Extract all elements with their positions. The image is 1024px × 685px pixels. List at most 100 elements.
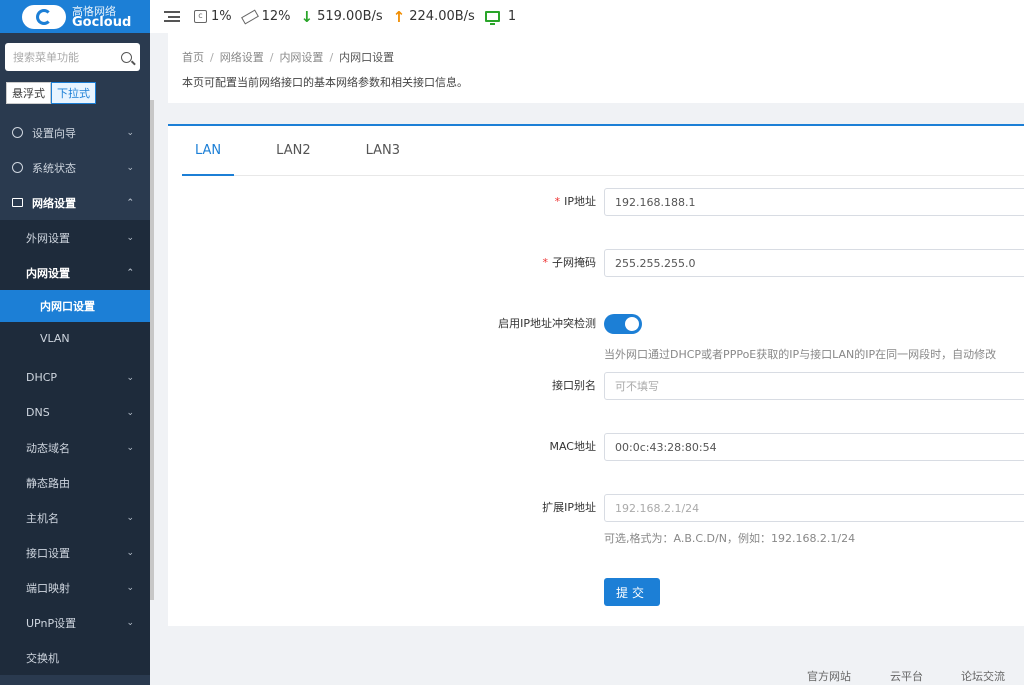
download-rate: ↓ 519.00B/s: [301, 8, 383, 26]
logo-text-cn: 高恪网络: [72, 4, 116, 18]
subnet-mask-input[interactable]: [604, 249, 1024, 277]
interface-alias-input[interactable]: [604, 372, 1024, 400]
sidebar-item-label: 动态域名: [26, 441, 70, 455]
chevron-down-icon: ⌄: [126, 127, 134, 138]
sidebar-item-label: 外网设置: [26, 231, 70, 245]
cpu-icon: c: [194, 10, 207, 23]
menu-search-input[interactable]: [13, 50, 113, 64]
online-devices: 1: [484, 9, 517, 25]
sidebar-item-label: 主机名: [26, 511, 59, 525]
tab-lan2[interactable]: LAN2: [263, 126, 323, 176]
sidebar-item-label: DHCP: [26, 371, 58, 384]
menu-collapse-icon[interactable]: [164, 11, 180, 22]
tab-lan[interactable]: LAN: [182, 126, 235, 176]
sidebar-item-label: VLAN: [40, 331, 70, 345]
conflict-row: 启用IP地址冲突检测: [168, 310, 1024, 338]
chevron-down-icon: ⌄: [126, 582, 134, 593]
menu-search-box: [5, 43, 140, 71]
sidebar-item-label: 静态路由: [26, 476, 70, 490]
mac-address-input[interactable]: [604, 433, 1024, 461]
ext-ip-label: 扩展IP地址: [542, 501, 596, 514]
sidebar-menu: 设置向导 ⌄ 系统状态 ⌄ 网络设置 ⌃ 外网设置 ⌄ 内网设置 ⌃ 内网口设置: [0, 115, 150, 675]
footer-link-forum[interactable]: 论坛交流: [961, 668, 1005, 684]
cpu-value: 1%: [211, 9, 232, 24]
sidebar-item-dhcp[interactable]: DHCP ⌄: [0, 360, 150, 395]
footer-link-cloud-platform[interactable]: 云平台: [890, 668, 923, 684]
sidebar-item-label: UPnP设置: [26, 616, 77, 630]
arrow-up-icon: ↑: [392, 7, 406, 26]
memory-value: 12%: [261, 9, 291, 24]
tab-lan3[interactable]: LAN3: [353, 126, 413, 176]
lan-config-card: LAN LAN2 LAN3 *IP地址 *子网掩码 启用IP地址冲突检测 当外网…: [168, 124, 1024, 626]
sidebar-item-ddns[interactable]: 动态域名 ⌄: [0, 430, 150, 465]
breadcrumb-network-settings[interactable]: 网络设置: [220, 51, 264, 64]
ext-ip-hint: 可选,格式为：A.B.C.D/N，例如：192.168.2.1/24: [604, 532, 856, 545]
compass-icon: [12, 127, 23, 138]
sidebar-item-port-mapping[interactable]: 端口映射 ⌄: [0, 570, 150, 605]
ip-address-input[interactable]: [604, 188, 1024, 216]
memory-usage: 12%: [240, 9, 291, 24]
chevron-down-icon: ⌄: [126, 617, 134, 628]
chevron-down-icon: ⌄: [126, 512, 134, 523]
logo[interactable]: 高恪网络 Gocloud: [0, 0, 150, 33]
mac-row: MAC地址: [168, 433, 1024, 461]
sidebar-item-lan-settings[interactable]: 内网设置 ⌃: [0, 255, 150, 290]
breadcrumb-home[interactable]: 首页: [182, 51, 204, 64]
sidebar-item-static-route[interactable]: 静态路由: [0, 465, 150, 500]
download-value: 519.00B/s: [317, 9, 383, 24]
breadcrumb-lan-settings[interactable]: 内网设置: [279, 51, 323, 64]
lan-tabs: LAN LAN2 LAN3: [182, 126, 1024, 176]
arrow-down-icon: ↓: [300, 7, 314, 26]
sidebar-item-network-settings[interactable]: 网络设置 ⌃: [0, 185, 150, 220]
page-description: 本页可配置当前网络接口的基本网络参数和相关接口信息。: [182, 76, 468, 89]
sidebar-scrollbar[interactable]: [150, 100, 154, 600]
sidebar-item-label: 网络设置: [32, 196, 76, 210]
network-settings-submenu: 外网设置 ⌄ 内网设置 ⌃ 内网口设置 VLAN DHCP ⌄ DNS ⌄ 动态…: [0, 220, 150, 675]
ip-label: * IP地址: [554, 195, 596, 208]
sidebar-item-label: 接口设置: [26, 546, 70, 560]
sidebar-item-interface-settings[interactable]: 接口设置 ⌄: [0, 535, 150, 570]
chevron-down-icon: ⌄: [126, 232, 134, 243]
alias-label: 接口别名: [552, 379, 596, 392]
logo-icon: [22, 4, 66, 29]
monitor-icon: [484, 11, 500, 25]
sidebar-item-lan-port-settings[interactable]: 内网口设置: [0, 290, 150, 322]
logo-text-en: Gocloud: [72, 14, 132, 30]
mode-dropdown[interactable]: 下拉式: [51, 82, 96, 104]
lan-settings-submenu: 内网口设置 VLAN: [0, 290, 150, 354]
extended-ip-input[interactable]: [604, 494, 1024, 522]
footer-link-official-site[interactable]: 官方网站: [807, 668, 851, 684]
sidebar-item-label: 系统状态: [32, 161, 76, 175]
mask-row: * 子网掩码: [168, 249, 1024, 277]
monitor-icon: [12, 198, 23, 207]
alias-row: 接口别名: [168, 372, 1024, 400]
mode-floating[interactable]: 悬浮式: [6, 82, 51, 104]
search-icon[interactable]: [121, 51, 132, 63]
sidebar-item-label: 内网口设置: [40, 300, 95, 313]
sidebar-item-setup-wizard[interactable]: 设置向导 ⌄: [0, 115, 150, 150]
mac-label: MAC地址: [549, 440, 596, 453]
sidebar-item-label: 设置向导: [32, 126, 76, 140]
chevron-down-icon: ⌄: [126, 442, 134, 453]
sidebar-item-label: 内网设置: [26, 266, 70, 280]
sidebar-item-dns[interactable]: DNS ⌄: [0, 395, 150, 430]
chevron-up-icon: ⌃: [126, 267, 134, 278]
sidebar-item-wan-settings[interactable]: 外网设置 ⌄: [0, 220, 150, 255]
footer: 官方网站 云平台 论坛交流: [168, 668, 1024, 685]
conflict-detection-toggle[interactable]: [604, 314, 642, 334]
sidebar-item-hostname[interactable]: 主机名 ⌄: [0, 500, 150, 535]
devices-value: 1: [507, 9, 517, 24]
sidebar-item-upnp[interactable]: UPnP设置 ⌄: [0, 605, 150, 640]
page-header: 首页 / 网络设置 / 内网设置 / 内网口设置 本页可配置当前网络接口的基本网络参数和相关…: [168, 33, 1024, 103]
sidebar-item-label: 交换机: [26, 651, 59, 665]
submit-button[interactable]: 提交: [604, 578, 660, 606]
chevron-down-icon: ⌄: [126, 372, 134, 383]
cpu-usage: c 1%: [194, 9, 232, 24]
sidebar-item-system-status[interactable]: 系统状态 ⌄: [0, 150, 150, 185]
sidebar-item-switch[interactable]: 交换机: [0, 640, 150, 675]
sidebar-item-vlan[interactable]: VLAN: [0, 322, 150, 354]
ip-row: * IP地址: [168, 188, 1024, 216]
sidebar: 高恪网络 Gocloud 悬浮式 下拉式 设置向导 ⌄ 系统状态 ⌄ 网络设置 …: [0, 0, 150, 685]
dashboard-icon: [12, 162, 23, 173]
chevron-down-icon: ⌄: [126, 407, 134, 418]
